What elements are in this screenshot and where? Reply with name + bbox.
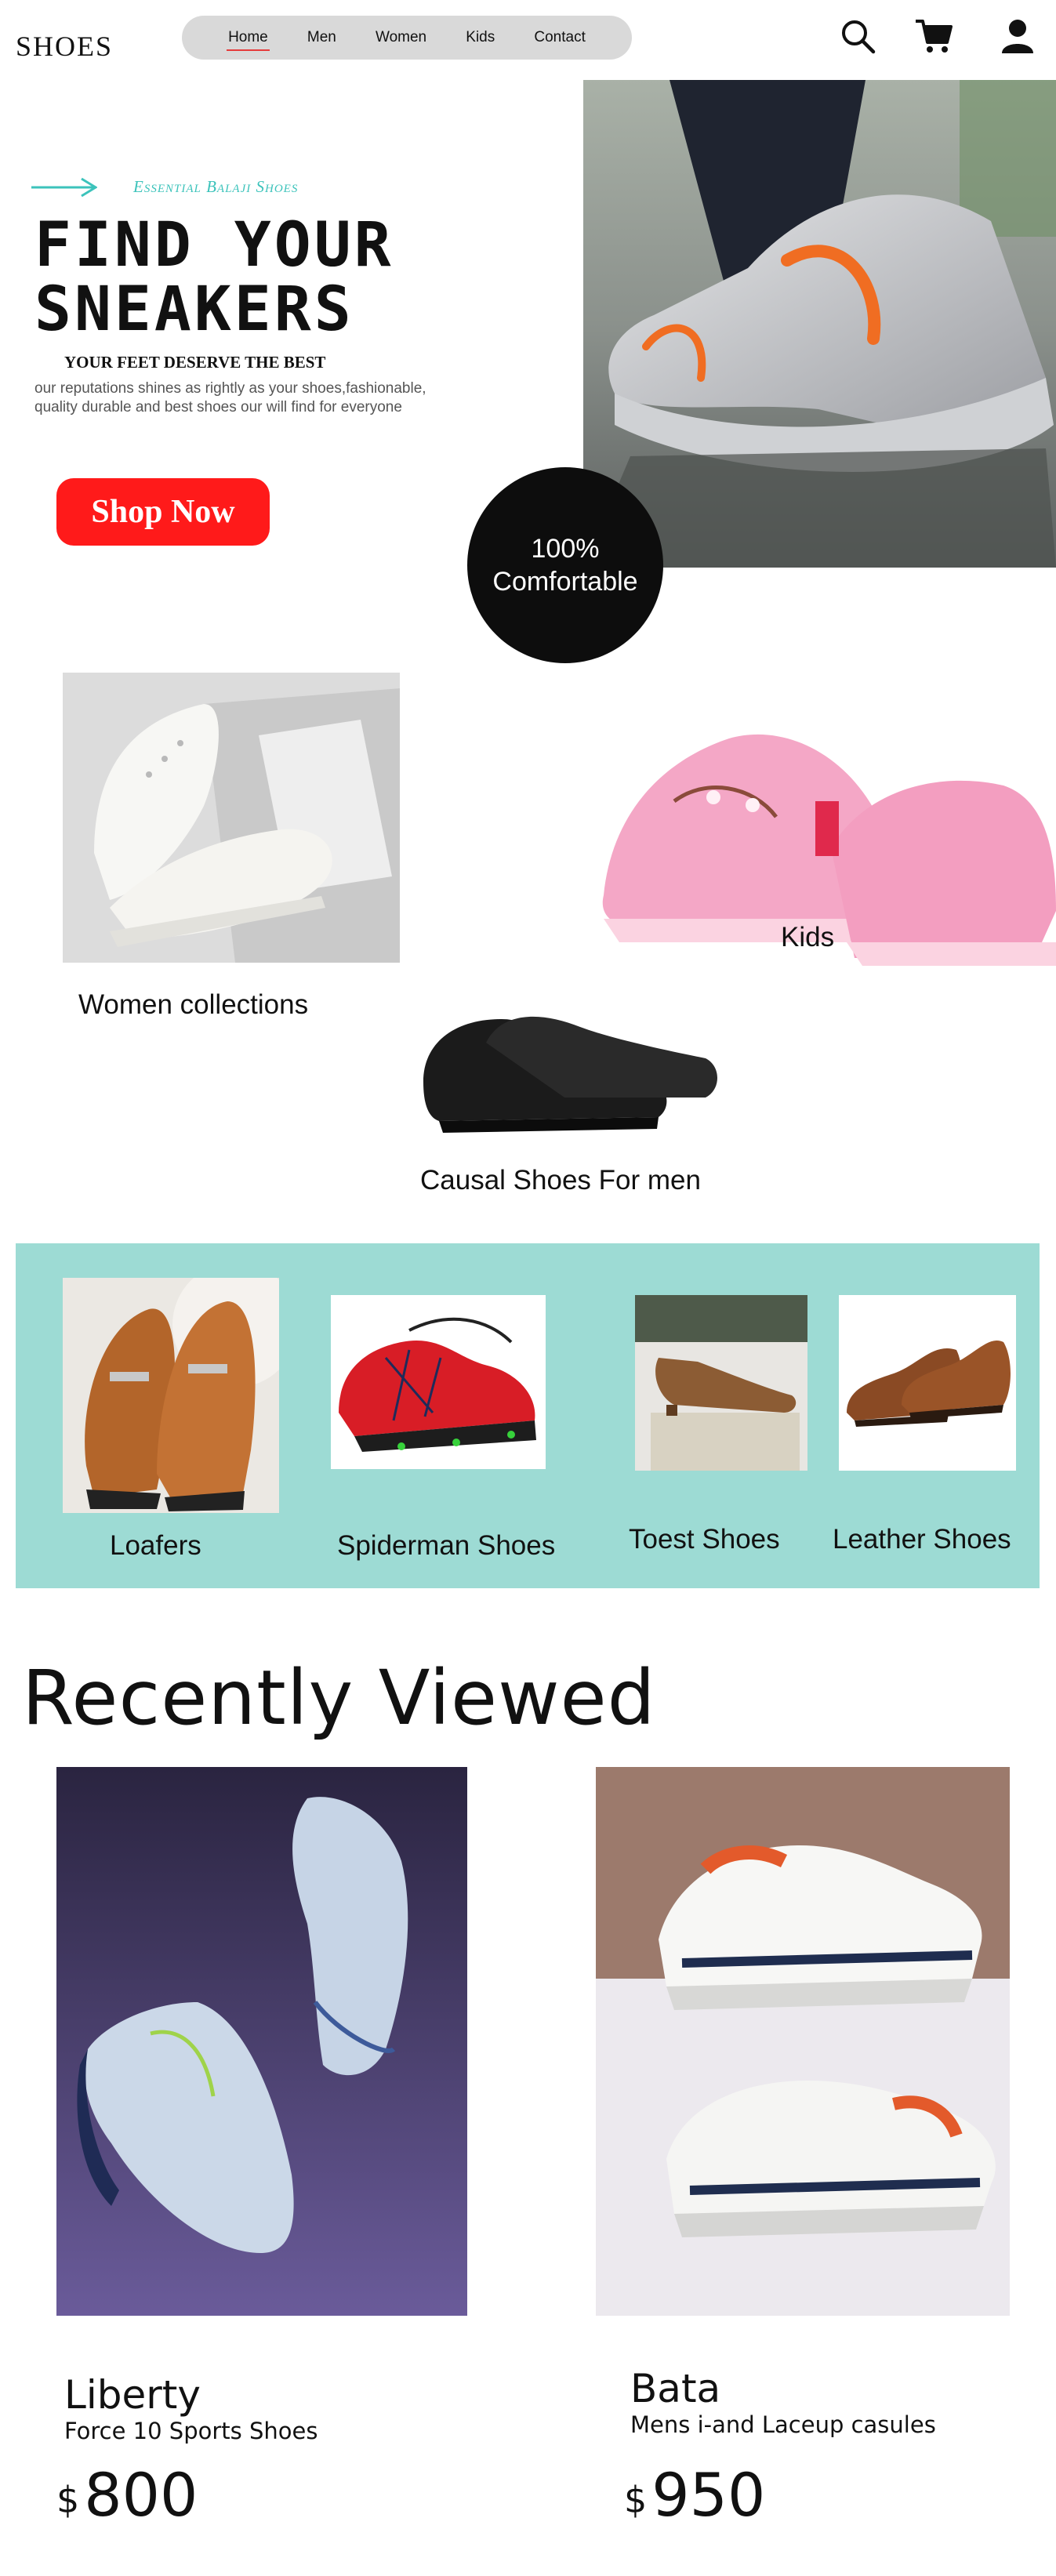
product-price-liberty: $800 [56, 2460, 198, 2530]
leather-shoes-image[interactable] [839, 1295, 1016, 1471]
leather-shoes-label[interactable]: Leather Shoes [833, 1524, 1011, 1555]
search-icon[interactable] [839, 17, 876, 55]
product-price-bata: $950 [624, 2460, 765, 2530]
hero-sneaker-image [583, 80, 1056, 568]
toest-shoes-image[interactable] [635, 1295, 807, 1471]
nav-contact[interactable]: Contact [528, 24, 591, 51]
shop-now-button[interactable]: Shop Now [56, 478, 270, 546]
price-value: 950 [651, 2460, 766, 2530]
main-nav: Home Men Women Kids Contact [182, 16, 632, 60]
mens-casual-label[interactable]: Causal Shoes For men [420, 1165, 701, 1196]
kids-label[interactable]: Kids [781, 922, 834, 953]
nav-men[interactable]: Men [301, 24, 343, 51]
hero-description: our reputations shines as rightly as you… [34, 380, 426, 415]
hero-subtitle: YOUR FEET DESERVE THE BEST [64, 353, 326, 372]
spiderman-shoes-label[interactable]: Spiderman Shoes [337, 1530, 555, 1562]
cart-icon[interactable] [914, 17, 953, 55]
price-value: 800 [84, 2460, 198, 2530]
hero-title: FIND YOUR SNEAKERS [34, 213, 394, 342]
loafers-label[interactable]: Loafers [110, 1530, 201, 1562]
currency-symbol: $ [56, 2479, 80, 2521]
hero-title-line-1: FIND YOUR [34, 210, 394, 281]
spiderman-shoes-image[interactable] [331, 1295, 546, 1469]
product-name-liberty: Force 10 Sports Shoes [64, 2418, 318, 2444]
product-image-bata[interactable] [596, 1767, 1010, 2316]
product-brand-liberty[interactable]: Liberty [64, 2372, 201, 2418]
nav-home[interactable]: Home [222, 24, 274, 51]
currency-symbol: $ [624, 2479, 648, 2521]
comfort-badge: 100% Comfortable [467, 467, 663, 663]
product-brand-bata[interactable]: Bata [630, 2366, 720, 2411]
comfort-badge-percent: 100% [531, 534, 600, 564]
women-collection-label[interactable]: Women collections [78, 989, 308, 1021]
product-name-bata: Mens i-and Laceup casules [630, 2411, 936, 2438]
nav-women[interactable]: Women [369, 24, 433, 51]
toest-shoes-label[interactable]: Toest Shoes [629, 1524, 780, 1555]
loafers-image[interactable] [63, 1278, 279, 1513]
comfort-badge-label: Comfortable [492, 567, 638, 597]
recently-viewed-title: Recently Viewed [22, 1654, 656, 1742]
nav-kids[interactable]: Kids [459, 24, 501, 51]
women-collection-image[interactable] [63, 673, 400, 963]
hero-tagline: Essential Balaji Shoes [133, 177, 299, 196]
brand-logo[interactable]: SHOES [16, 30, 113, 63]
user-icon[interactable] [999, 17, 1036, 55]
product-image-liberty[interactable] [56, 1767, 467, 2316]
arrow-right-icon [31, 177, 98, 198]
hero-title-line-2: SNEAKERS [34, 274, 354, 345]
mens-casual-image[interactable] [408, 972, 721, 1145]
